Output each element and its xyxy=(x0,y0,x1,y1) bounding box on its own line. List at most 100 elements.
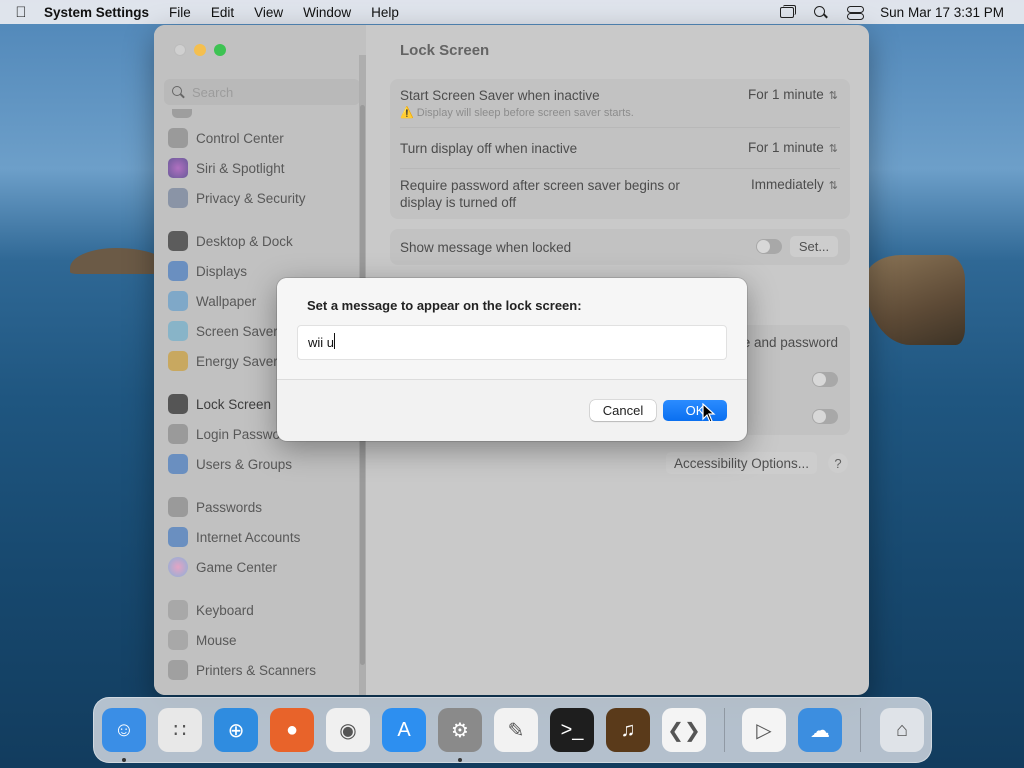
show-message-toggle[interactable] xyxy=(756,239,782,254)
text-caret xyxy=(334,333,335,349)
siri-icon xyxy=(168,158,188,178)
sidebar-item-game-center[interactable]: Game Center xyxy=(168,554,360,580)
zoom-button[interactable] xyxy=(214,44,226,56)
close-button[interactable] xyxy=(174,44,186,56)
message-group: Show message when locked Set... xyxy=(390,229,850,265)
search-icon xyxy=(172,86,184,98)
sidebar-item-siri-spotlight[interactable]: Siri & Spotlight xyxy=(168,155,360,181)
dock-app-garageband-icon[interactable]: ♫ xyxy=(606,708,650,752)
screen-saver-settings-group: Start Screen Saver when inactive ⚠️ Disp… xyxy=(390,79,850,219)
key-icon xyxy=(168,497,188,517)
dock-app-launchpad-icon[interactable]: ∷ xyxy=(158,708,202,752)
dock-running-indicator xyxy=(458,758,462,762)
row-require-password-label-2: display is turned off xyxy=(400,195,517,210)
cancel-button[interactable]: Cancel xyxy=(590,400,656,421)
sidebar-item-label: Siri & Spotlight xyxy=(196,160,285,176)
island-right xyxy=(865,255,965,345)
dock-app-finder-icon[interactable]: ☺ xyxy=(102,708,146,752)
divider xyxy=(400,168,840,169)
sidebar-search[interactable] xyxy=(164,79,360,105)
sidebar-item-label: Users & Groups xyxy=(196,456,293,472)
sidebar-item-label: Internet Accounts xyxy=(196,529,301,545)
sidebar-item-label: Displays xyxy=(196,263,248,279)
control-center-icon[interactable] xyxy=(846,5,865,20)
sidebar-item-label: Printers & Scanners xyxy=(196,662,317,678)
sidebar-item-printers-scanners[interactable]: Printers & Scanners xyxy=(168,657,360,683)
sidebar-item-label: Wallpaper xyxy=(196,293,257,309)
row-start-screen-saver-label: Start Screen Saver when inactive xyxy=(400,88,600,103)
mouse-icon xyxy=(168,630,188,650)
printer-icon xyxy=(168,660,188,680)
menu-help[interactable]: Help xyxy=(371,5,399,20)
sidebar-item-desktop-dock[interactable]: Desktop & Dock xyxy=(168,228,360,254)
dock-app-chrome-icon[interactable]: ◉ xyxy=(326,708,370,752)
sidebar-item-internet-accounts[interactable]: Internet Accounts xyxy=(168,524,360,550)
sidebar-item-label: Lock Screen xyxy=(196,396,272,412)
stage-manager-icon[interactable] xyxy=(778,5,797,19)
row-display-off-label: Turn display off when inactive xyxy=(400,141,578,156)
sidebar-item-label: Privacy & Security xyxy=(196,190,306,206)
require-password-popup[interactable]: Immediately xyxy=(751,177,838,192)
dock-icon xyxy=(168,231,188,251)
dock-app-safari-icon[interactable]: ⊕ xyxy=(214,708,258,752)
dialog-prompt: Set a message to appear on the lock scre… xyxy=(307,298,582,313)
game-center-icon xyxy=(168,557,188,577)
dock: ☺ ∷ ⊕ ● ◉ A ⚙ ✎ >_ ♫ ❮❯ ▷ ☁ ⌂ xyxy=(93,697,932,763)
partial-sidebar-icon xyxy=(172,109,192,118)
sidebar-item-keyboard[interactable]: Keyboard xyxy=(168,597,360,623)
display-off-delay-popup[interactable]: For 1 minute xyxy=(748,140,838,155)
login-lock-icon xyxy=(168,424,188,444)
login-option-toggle-1[interactable] xyxy=(812,372,838,387)
sidebar-item-control-center[interactable]: Control Center xyxy=(168,125,360,151)
help-button[interactable]: ? xyxy=(828,453,848,473)
control-center-icon xyxy=(168,128,188,148)
sidebar-item-passwords[interactable]: Passwords xyxy=(168,494,360,520)
dock-app-system-settings-icon[interactable]: ⚙ xyxy=(438,708,482,752)
dock-separator xyxy=(860,708,861,752)
sidebar-item-label: Passwords xyxy=(196,499,263,515)
dock-app-trash-icon[interactable]: ⌂ xyxy=(880,708,924,752)
lock-message-input[interactable] xyxy=(297,325,727,360)
menu-bar:  System Settings File Edit View Window … xyxy=(0,0,1024,24)
at-icon xyxy=(168,527,188,547)
dock-app-firefox-icon[interactable]: ● xyxy=(270,708,314,752)
page-title: Lock Screen xyxy=(400,42,490,59)
menu-view[interactable]: View xyxy=(254,5,283,20)
clock[interactable]: Sun Mar 17 3:31 PM xyxy=(880,5,1004,20)
users-icon xyxy=(168,454,188,474)
dock-app-terminal-icon[interactable]: >_ xyxy=(550,708,594,752)
ok-button[interactable]: OK xyxy=(663,400,727,421)
menu-app-name[interactable]: System Settings xyxy=(44,5,149,20)
login-option-toggle-2[interactable] xyxy=(812,409,838,424)
bulb-icon xyxy=(168,351,188,371)
sidebar-item-mouse[interactable]: Mouse xyxy=(168,627,360,653)
sidebar-item-privacy-security[interactable]: Privacy & Security xyxy=(168,185,360,211)
sidebar-item-label: Keyboard xyxy=(196,602,254,618)
menu-file[interactable]: File xyxy=(169,5,191,20)
dock-app-textedit-icon[interactable]: ✎ xyxy=(494,708,538,752)
sidebar-item-label: Desktop & Dock xyxy=(196,233,293,249)
dock-app-vscode-icon[interactable]: ❮❯ xyxy=(662,708,706,752)
wallpaper-icon xyxy=(168,291,188,311)
divider xyxy=(400,127,840,128)
apple-menu-icon[interactable]:  xyxy=(12,4,30,21)
screen-saver-delay-popup[interactable]: For 1 minute xyxy=(748,87,838,102)
dock-separator xyxy=(724,708,725,752)
set-message-button[interactable]: Set... xyxy=(790,236,838,257)
dialog-body: Set a message to appear on the lock scre… xyxy=(277,278,747,380)
sidebar-item-users-groups[interactable]: Users & Groups xyxy=(168,451,360,477)
accessibility-options-button[interactable]: Accessibility Options... xyxy=(666,452,818,474)
screen-saver-icon xyxy=(168,321,188,341)
search-input[interactable] xyxy=(192,84,342,100)
minimize-button[interactable] xyxy=(194,44,206,56)
menu-window[interactable]: Window xyxy=(303,5,351,20)
sidebar-item-label: Mouse xyxy=(196,632,237,648)
lock-message-dialog: Set a message to appear on the lock scre… xyxy=(277,278,747,441)
lock-icon xyxy=(168,394,188,414)
dock-app-app-store-icon[interactable]: A xyxy=(382,708,426,752)
keyboard-icon xyxy=(168,600,188,620)
dock-app-visual-studio-icon[interactable]: ▷ xyxy=(742,708,786,752)
dock-app-weather-icon[interactable]: ☁ xyxy=(798,708,842,752)
spotlight-icon[interactable] xyxy=(812,5,830,19)
menu-edit[interactable]: Edit xyxy=(211,5,234,20)
